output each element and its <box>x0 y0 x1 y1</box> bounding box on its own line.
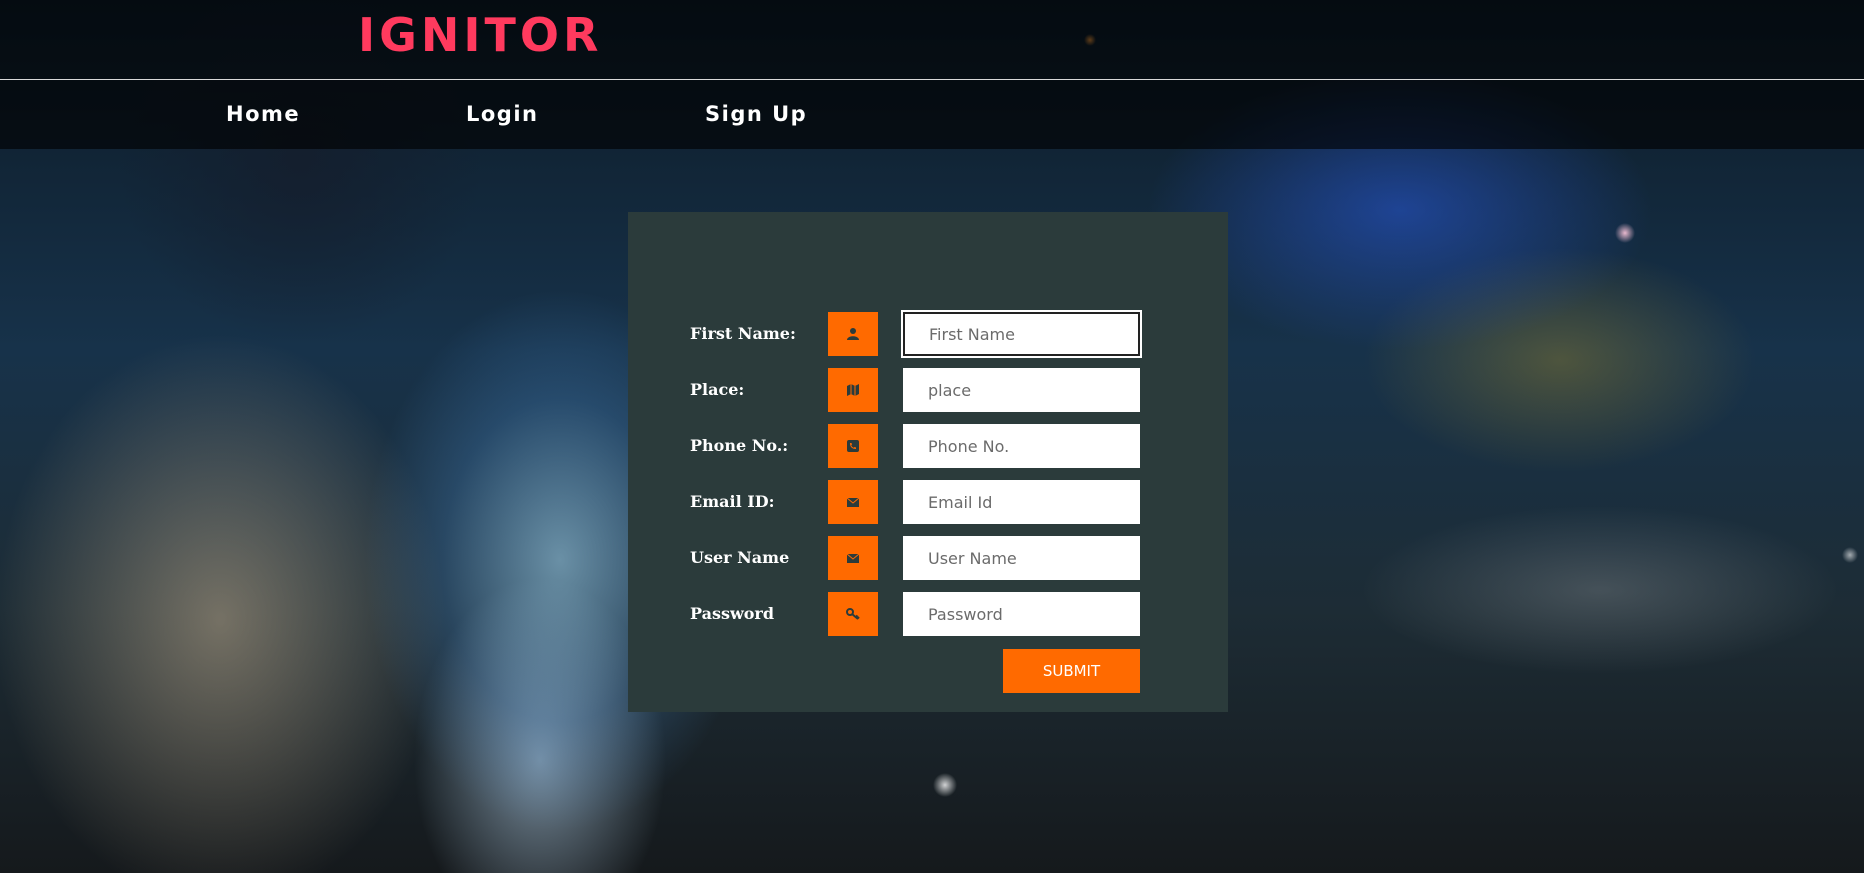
username-label: User Name <box>690 548 790 567</box>
signup-form: First Name: Place: Phone No.: Email ID: … <box>628 212 1228 712</box>
nav-link-login[interactable]: Login <box>466 102 539 126</box>
form-row-password: Password <box>628 592 1228 636</box>
brand-logo: IGNITOR <box>358 8 603 62</box>
username-input[interactable] <box>903 536 1140 580</box>
form-row-username: User Name <box>628 536 1228 580</box>
key-icon <box>828 592 878 636</box>
phone-icon <box>828 424 878 468</box>
first-name-label: First Name: <box>690 324 796 343</box>
form-row-phone: Phone No.: <box>628 424 1228 468</box>
first-name-input[interactable] <box>903 312 1140 356</box>
nav-link-signup[interactable]: Sign Up <box>705 102 807 126</box>
envelope-icon <box>828 536 878 580</box>
map-icon <box>828 368 878 412</box>
envelope-icon <box>828 480 878 524</box>
email-input[interactable] <box>903 480 1140 524</box>
header-bar: IGNITOR <box>0 0 1864 80</box>
password-label: Password <box>690 604 775 623</box>
password-input[interactable] <box>903 592 1140 636</box>
email-label: Email ID: <box>690 492 775 511</box>
form-row-email: Email ID: <box>628 480 1228 524</box>
form-row-place: Place: <box>628 368 1228 412</box>
user-icon <box>828 312 878 356</box>
submit-button[interactable]: SUBMIT <box>1003 649 1140 693</box>
nav-link-home[interactable]: Home <box>226 102 300 126</box>
phone-label: Phone No.: <box>690 436 789 455</box>
form-row-first-name: First Name: <box>628 312 1228 356</box>
nav-bar: Home Login Sign Up <box>0 80 1864 149</box>
place-input[interactable] <box>903 368 1140 412</box>
phone-input[interactable] <box>903 424 1140 468</box>
place-label: Place: <box>690 380 745 399</box>
